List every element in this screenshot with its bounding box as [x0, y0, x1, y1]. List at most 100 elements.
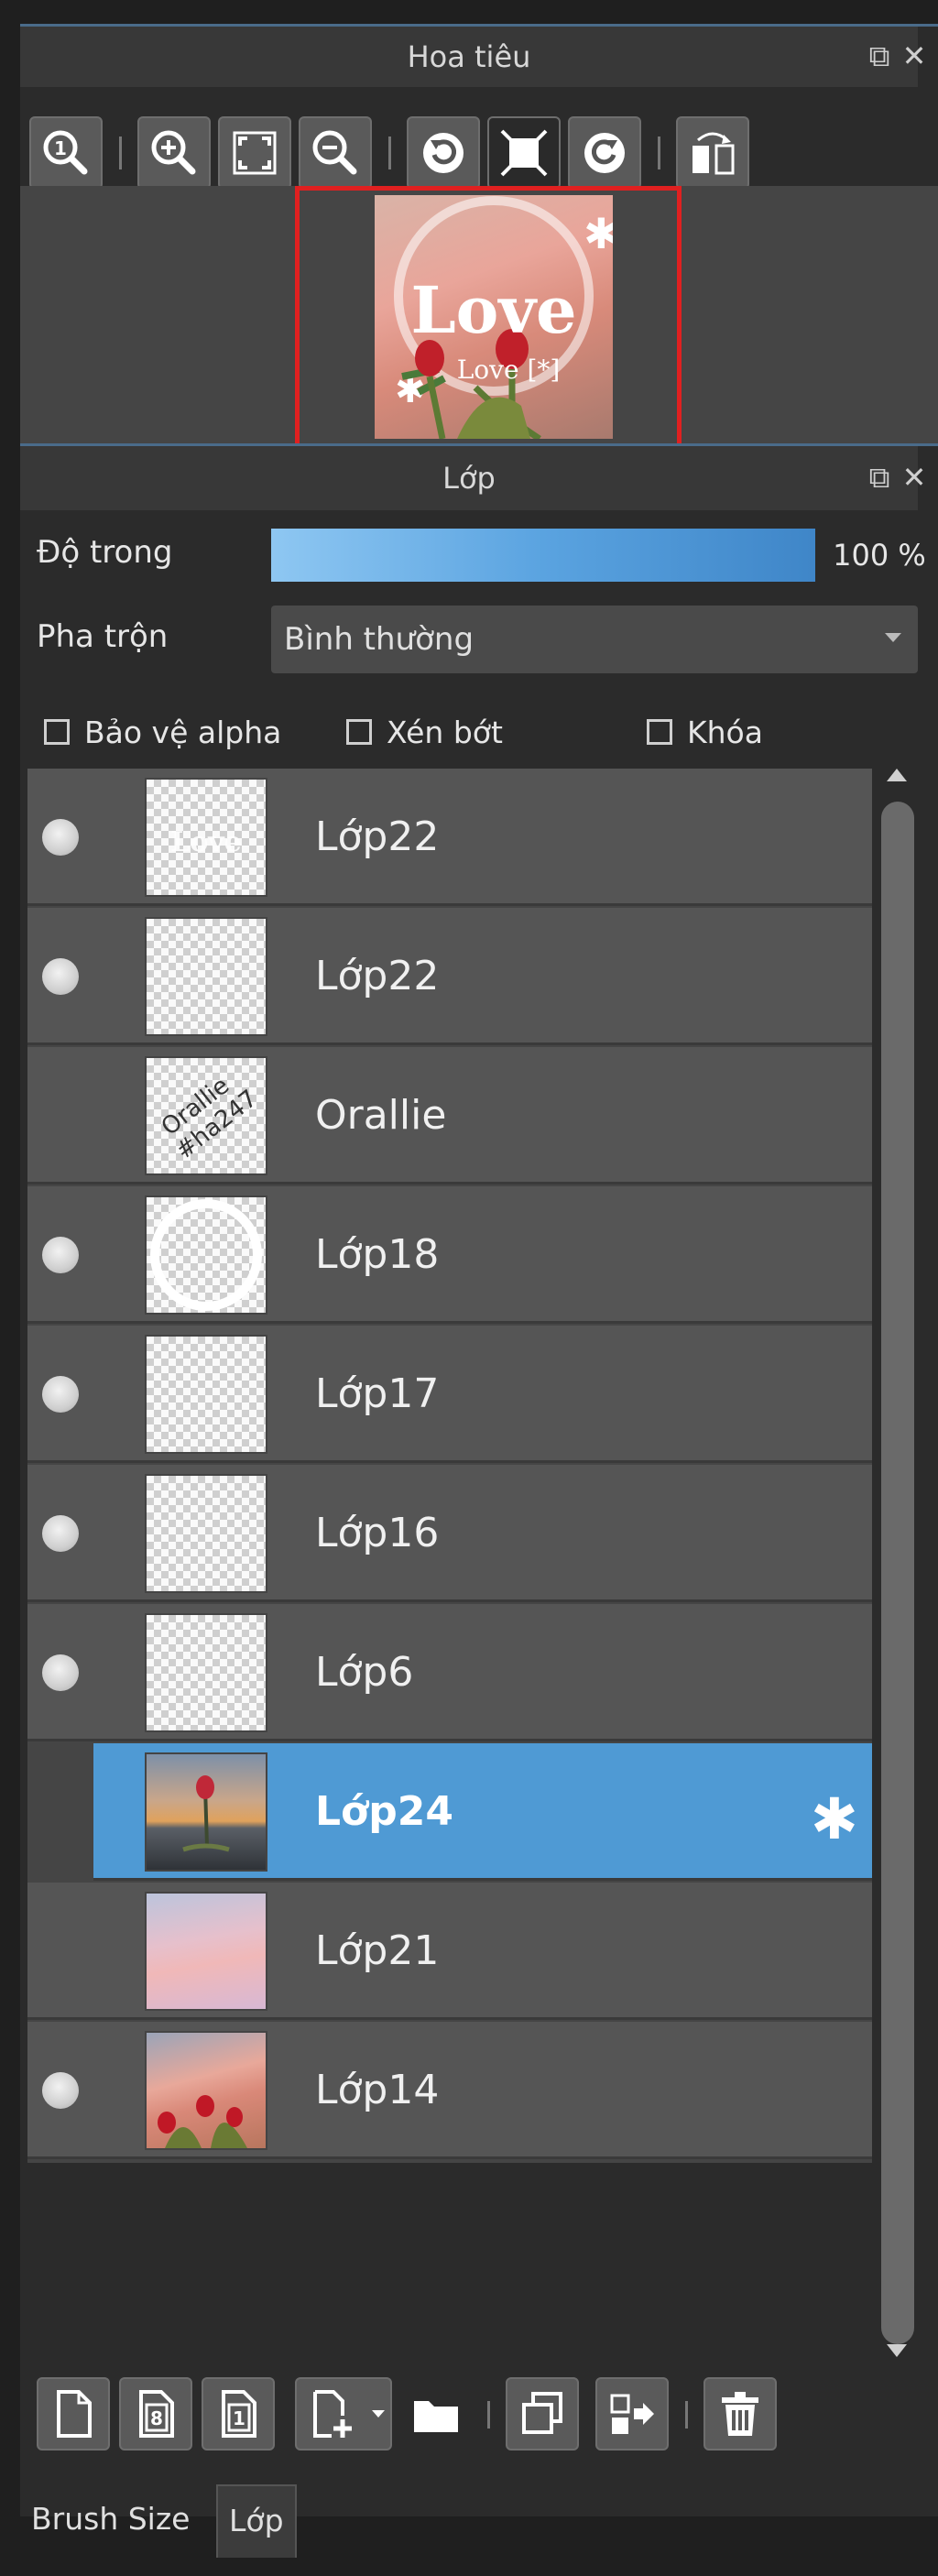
layer-row[interactable]: Lớp14	[27, 2022, 872, 2159]
blend-mode-value: Bình thường	[284, 621, 474, 658]
new-8bit-layer-icon[interactable]: 8	[119, 2377, 192, 2450]
layer-thumbnail	[145, 1613, 267, 1732]
toolbar-separator	[388, 136, 391, 169]
layer-thumbnail	[145, 1752, 267, 1872]
layer-scrollbar[interactable]	[878, 769, 918, 2363]
layer-thumbnail: Love	[145, 778, 267, 897]
viewport-frame[interactable]: ✱ ✱ Love Love [*]	[295, 186, 682, 450]
layer-list: Love Lớp22 Lớp22 Orallie #ha247 Orallie Lớp18 L…	[27, 769, 872, 2163]
navigator-panel: Hoa tiêu ⧉ ✕ 1 ✱ ✱ Love Love [*]	[20, 24, 938, 457]
layer-row[interactable]: Lớp24 ✱	[93, 1743, 872, 1881]
rotate-right-icon[interactable]	[568, 116, 641, 190]
layer-thumbnail: Orallie #ha247	[145, 1056, 267, 1175]
svg-text:✱: ✱	[584, 209, 613, 258]
layer-name: Lớp17	[315, 1370, 440, 1417]
new-folder-icon[interactable]	[399, 2377, 473, 2450]
lock-label: Khóa	[687, 715, 763, 750]
layers-title: Lớp	[20, 446, 918, 510]
layer-thumbnail	[145, 1195, 267, 1315]
layer-name: Lớp14	[315, 2067, 440, 2113]
visibility-eye-icon[interactable]	[42, 1376, 79, 1413]
scroll-up-icon[interactable]	[887, 769, 907, 781]
checkbox-box	[346, 718, 372, 745]
lock-checkbox[interactable]: Khóa	[647, 712, 763, 754]
toolbar-separator	[119, 136, 122, 169]
zoom-out-icon[interactable]	[299, 116, 372, 190]
chevron-down-icon	[372, 2410, 385, 2418]
layer-thumbnail	[145, 1335, 267, 1454]
layer-row[interactable]: Love Lớp22	[27, 769, 872, 906]
opacity-label: Độ trong	[37, 534, 173, 571]
flip-icon[interactable]	[676, 116, 749, 190]
merge-down-icon[interactable]	[595, 2377, 669, 2450]
checkbox-box	[647, 718, 672, 745]
blend-mode-select[interactable]: Bình thường	[271, 606, 918, 673]
layer-actions-toolbar: 8 1	[20, 2366, 918, 2458]
undock-icon[interactable]: ⧉	[863, 461, 896, 494]
zoom-actual-icon[interactable]: 1	[29, 116, 103, 190]
toolbar-separator	[487, 2401, 490, 2429]
panel-tabbar: Brush Size Lớp	[20, 2484, 938, 2558]
visibility-eye-icon[interactable]	[42, 1515, 79, 1552]
checkbox-box	[44, 718, 70, 745]
canvas-preview-image: ✱ ✱ Love Love [*]	[375, 195, 613, 439]
zoom-in-icon[interactable]	[137, 116, 211, 190]
visibility-eye-icon[interactable]	[42, 1654, 79, 1691]
layer-thumbnail	[145, 1892, 267, 2011]
toolbar-separator	[658, 136, 660, 169]
navigator-title: Hoa tiêu	[20, 27, 918, 87]
fill-frame-icon[interactable]	[487, 116, 561, 190]
layer-row[interactable]: Lớp21	[27, 1883, 872, 2020]
visibility-eye-icon[interactable]	[42, 2072, 79, 2109]
scroll-down-icon[interactable]	[887, 2344, 907, 2357]
opacity-value: 100 %	[833, 538, 926, 573]
opacity-slider[interactable]	[271, 529, 815, 582]
layer-name: Lớp6	[315, 1649, 414, 1696]
layer-row[interactable]: Lớp16	[27, 1465, 872, 1602]
clipping-label: Xén bớt	[387, 715, 503, 750]
close-icon[interactable]: ✕	[898, 39, 931, 72]
visibility-eye-icon[interactable]	[42, 819, 79, 856]
layer-thumbnail	[145, 1474, 267, 1593]
navigator-preview-area: ✱ ✱ Love Love [*]	[20, 186, 938, 457]
chevron-down-icon	[885, 633, 901, 642]
new-layer-icon[interactable]	[37, 2377, 110, 2450]
new-1bit-layer-icon[interactable]: 1	[202, 2377, 275, 2450]
visibility-eye-icon[interactable]	[42, 1237, 79, 1273]
layer-row[interactable]: Orallie #ha247 Orallie	[27, 1047, 872, 1184]
svg-text:1: 1	[54, 137, 67, 159]
layer-thumbnail	[145, 2031, 267, 2150]
layer-row[interactable]: Lớp17	[27, 1326, 872, 1463]
add-layer-menu-icon[interactable]	[295, 2377, 392, 2450]
layer-row[interactable]: Lớp18	[27, 1186, 872, 1324]
close-icon[interactable]: ✕	[898, 461, 931, 494]
tab-layer[interactable]: Lớp	[216, 2484, 297, 2558]
blend-mode-label: Pha trộn	[37, 618, 169, 655]
preview-love-text: Love	[410, 272, 576, 348]
layer-settings-gear-icon[interactable]: ✱	[804, 1789, 865, 1850]
tab-brush-size[interactable]: Brush Size	[20, 2484, 201, 2558]
toolbar-separator	[685, 2401, 688, 2429]
layer-row[interactable]: Lớp22	[27, 908, 872, 1045]
svg-text:Love: Love	[170, 826, 242, 858]
layer-name: Orallie	[315, 1092, 447, 1139]
delete-layer-icon[interactable]	[704, 2377, 777, 2450]
scrollbar-thumb[interactable]	[881, 802, 914, 2344]
layer-name: Lớp21	[315, 1927, 440, 1974]
rotate-left-icon[interactable]	[407, 116, 480, 190]
layer-thumbnail	[145, 917, 267, 1036]
layer-row[interactable]: Lớp6	[27, 1604, 872, 1741]
layer-name: Lớp22	[315, 953, 440, 999]
visibility-eye-icon[interactable]	[42, 958, 79, 995]
preview-love-small-text: Love [*]	[457, 355, 561, 385]
layer-name: Lớp22	[315, 813, 440, 860]
layers-panel: Lớp ⧉ ✕ Độ trong 100 % Pha trộn Bình thư…	[20, 443, 938, 2516]
undock-icon[interactable]: ⧉	[863, 39, 896, 72]
duplicate-layer-icon[interactable]	[506, 2377, 579, 2450]
protect-alpha-label: Bảo vệ alpha	[84, 715, 282, 750]
protect-alpha-checkbox[interactable]: Bảo vệ alpha	[44, 712, 281, 754]
fit-screen-icon[interactable]	[218, 116, 291, 190]
clipping-checkbox[interactable]: Xén bớt	[346, 712, 503, 754]
svg-text:1: 1	[233, 2407, 245, 2429]
layer-name: Lớp18	[315, 1231, 440, 1278]
